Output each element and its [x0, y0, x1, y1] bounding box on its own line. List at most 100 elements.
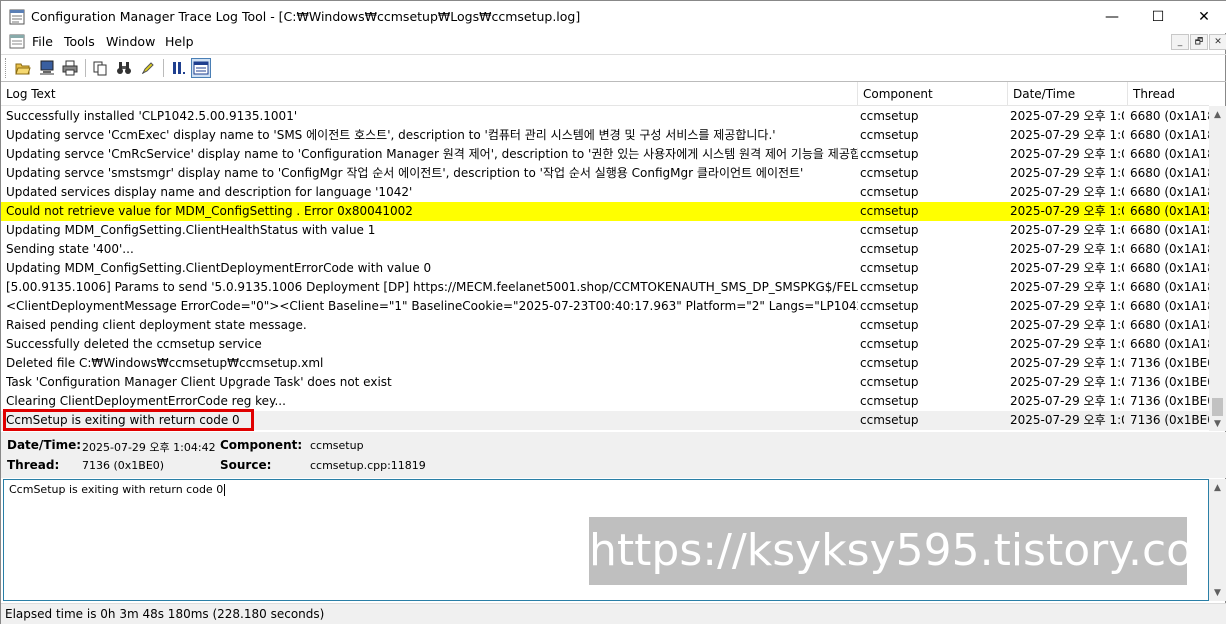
log-text-cell: Deleted file C:₩Windows₩ccmsetup₩ccmsetu…: [6, 356, 324, 370]
table-row[interactable]: Updating servce 'CcmExec' display name t…: [1, 126, 1209, 145]
component-cell: ccmsetup: [860, 299, 919, 313]
menu-file[interactable]: File: [32, 34, 53, 49]
component-cell: ccmsetup: [860, 147, 919, 161]
find-button[interactable]: [114, 58, 134, 78]
print-preview-button[interactable]: [37, 58, 57, 78]
datetime-cell: 2025-07-29 오후 1:0: [1010, 261, 1124, 275]
scroll-thumb[interactable]: [1212, 398, 1223, 416]
datetime-cell: 2025-07-29 오후 1:0: [1010, 223, 1124, 237]
message-scroll-up-icon[interactable]: ▲: [1209, 479, 1226, 496]
log-text-cell: Updating servce 'smstsmgr' display name …: [6, 166, 804, 180]
mdi-restore-button[interactable]: 🗗: [1190, 34, 1208, 50]
mdi-restore-icon: 🗗: [1194, 37, 1204, 47]
copy-button[interactable]: [90, 58, 110, 78]
datetime-cell: 2025-07-29 오후 1:0: [1010, 356, 1124, 370]
details-panel: Date/Time: 2025-07-29 오후 1:04:42 Compone…: [1, 432, 1226, 478]
datetime-cell: 2025-07-29 오후 1:0: [1010, 299, 1124, 313]
column-header-datetime[interactable]: Date/Time: [1008, 82, 1128, 106]
menu-help[interactable]: Help: [165, 34, 194, 49]
close-button[interactable]: ✕: [1181, 1, 1226, 33]
datetime-cell: 2025-07-29 오후 1:0: [1010, 128, 1124, 142]
log-text-cell: Updated services display name and descri…: [6, 185, 413, 199]
datetime-cell: 2025-07-29 오후 1:0: [1010, 166, 1124, 180]
message-text: CcmSetup is exiting with return code 0: [9, 483, 226, 496]
table-row[interactable]: Updating MDM_ConfigSetting.ClientHealthS…: [1, 221, 1209, 240]
scroll-down-arrow-icon[interactable]: ▼: [1209, 415, 1226, 431]
datetime-label: Date/Time:: [7, 438, 82, 452]
minimize-button[interactable]: —: [1089, 1, 1135, 33]
watermark-text: https://ksyksy595.tistory.com: [589, 517, 1187, 585]
thread-cell: 6680 (0x1A18: [1130, 318, 1209, 332]
column-header-thread[interactable]: Thread: [1128, 82, 1209, 106]
component-cell: ccmsetup: [860, 413, 919, 427]
thread-cell: 6680 (0x1A18: [1130, 337, 1209, 351]
thread-cell: 7136 (0x1BE0: [1130, 394, 1209, 408]
table-row[interactable]: Raised pending client deployment state m…: [1, 316, 1209, 335]
close-icon: ✕: [1198, 9, 1210, 25]
binoculars-icon: [117, 62, 131, 74]
log-list-view[interactable]: Log Text Component Date/Time Thread Succ…: [1, 81, 1226, 431]
log-text-cell: Task 'Configuration Manager Client Upgra…: [6, 375, 392, 389]
log-text-cell: Successfully installed 'CLP1042.5.00.913…: [6, 109, 298, 123]
column-header-log-text[interactable]: Log Text: [1, 82, 858, 106]
highlight-button[interactable]: [138, 58, 158, 78]
table-row[interactable]: Updating servce 'CmRcService' display na…: [1, 145, 1209, 164]
thread-cell: 6680 (0x1A18: [1130, 242, 1209, 256]
source-value: ccmsetup.cpp:11819: [310, 459, 426, 472]
log-text-cell: Updating MDM_ConfigSetting.ClientHealthS…: [6, 223, 376, 237]
elapsed-time-status: Elapsed time is 0h 3m 48s 180ms (228.180…: [5, 607, 325, 621]
thread-cell: 6680 (0x1A18: [1130, 128, 1209, 142]
log-text-cell: Raised pending client deployment state m…: [6, 318, 307, 332]
table-row[interactable]: Deleted file C:₩Windows₩ccmsetup₩ccmsetu…: [1, 354, 1209, 373]
datetime-cell: 2025-07-29 오후 1:0: [1010, 318, 1124, 332]
monitor-icon: [40, 60, 54, 75]
thread-cell: 6680 (0x1A18: [1130, 261, 1209, 275]
table-row[interactable]: Could not retrieve value for MDM_ConfigS…: [1, 202, 1209, 221]
thread-cell: 6680 (0x1A18: [1130, 185, 1209, 199]
thread-cell: 6680 (0x1A18: [1130, 166, 1209, 180]
print-button[interactable]: [60, 58, 80, 78]
table-row[interactable]: Updating MDM_ConfigSetting.ClientDeploym…: [1, 259, 1209, 278]
app-icon: [9, 9, 25, 25]
component-cell: ccmsetup: [860, 337, 919, 351]
mdi-close-button[interactable]: ✕: [1209, 34, 1226, 50]
pause-button[interactable]: [168, 58, 188, 78]
list-header: Log Text Component Date/Time Thread: [1, 82, 1209, 106]
table-row[interactable]: Task 'Configuration Manager Client Upgra…: [1, 373, 1209, 392]
table-row[interactable]: Updating servce 'smstsmgr' display name …: [1, 164, 1209, 183]
log-text-cell: [5.00.9135.1006] Params to send '5.0.913…: [6, 280, 858, 294]
table-row[interactable]: <ClientDeploymentMessage ErrorCode="0"><…: [1, 297, 1209, 316]
table-row[interactable]: Successfully installed 'CLP1042.5.00.913…: [1, 107, 1209, 126]
thread-cell: 7136 (0x1BE0: [1130, 375, 1209, 389]
mdi-minimize-button[interactable]: _: [1171, 34, 1189, 50]
maximize-button[interactable]: ☐: [1135, 1, 1181, 33]
table-row[interactable]: Sending state '400'... ccmsetup 2025-07-29…: [1, 240, 1209, 259]
log-text-cell: <ClientDeploymentMessage ErrorCode="0"><…: [6, 299, 858, 313]
menu-window[interactable]: Window: [106, 34, 155, 49]
menu-tools[interactable]: Tools: [64, 34, 95, 49]
toolbar-separator: [163, 59, 164, 77]
datetime-cell: 2025-07-29 오후 1:0: [1010, 109, 1124, 123]
message-scroll-down-icon[interactable]: ▼: [1209, 584, 1226, 601]
component-cell: ccmsetup: [860, 318, 919, 332]
thread-label: Thread:: [7, 458, 60, 472]
scroll-up-arrow-icon[interactable]: ▲: [1209, 106, 1226, 123]
details-toggle-button[interactable]: [191, 58, 211, 78]
toolbar-grip[interactable]: [5, 58, 8, 78]
status-bar: Elapsed time is 0h 3m 48s 180ms (228.180…: [1, 603, 1226, 624]
list-vertical-scrollbar[interactable]: ▲ ▼: [1209, 106, 1226, 431]
message-vertical-scrollbar[interactable]: ▲ ▼: [1209, 479, 1226, 601]
table-row[interactable]: Successfully deleted the ccmsetup servic…: [1, 335, 1209, 354]
toolbar-separator: [85, 59, 86, 77]
document-icon[interactable]: [9, 34, 25, 49]
open-button[interactable]: [13, 58, 33, 78]
table-row[interactable]: [5.00.9135.1006] Params to send '5.0.913…: [1, 278, 1209, 297]
column-header-component[interactable]: Component: [858, 82, 1008, 106]
log-text-cell: Updating servce 'CmRcService' display na…: [6, 147, 858, 161]
datetime-cell: 2025-07-29 오후 1:0: [1010, 280, 1124, 294]
table-row[interactable]: Updated services display name and descri…: [1, 183, 1209, 202]
component-cell: ccmsetup: [860, 128, 919, 142]
datetime-cell: 2025-07-29 오후 1:0: [1010, 242, 1124, 256]
highlighter-icon: [141, 62, 154, 75]
datetime-cell: 2025-07-29 오후 1:0: [1010, 204, 1124, 218]
